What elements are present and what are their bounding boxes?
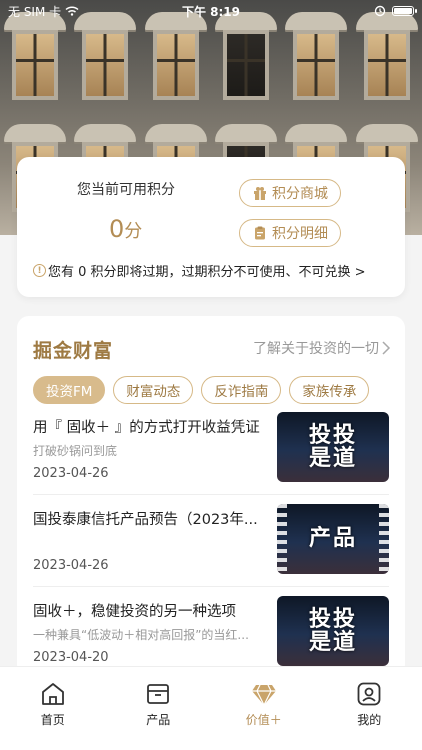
clipboard-icon (255, 226, 265, 240)
points-expiry-text: 您有 0 积分即将过期，过期积分不可使用、不可兑换 > (48, 265, 366, 280)
diamond-icon (251, 684, 276, 707)
nav-products-label: 产品 (146, 713, 171, 727)
points-label: 您当前可用积分 (77, 182, 175, 198)
carrier-label: 无 SIM 卡 (8, 4, 62, 19)
bottom-nav: 首页 产品 价值＋ 我的 (0, 666, 422, 750)
nav-mine-label: 我的 (357, 713, 382, 727)
wifi-icon (65, 6, 79, 16)
article-date: 2023-04-20 (33, 650, 109, 665)
article-thumbnail: 投投 是道 (277, 596, 389, 666)
gift-icon (254, 187, 266, 200)
tab-wealth-news[interactable]: 财富动态 (113, 376, 194, 404)
divider (33, 586, 389, 587)
article-subtitle: 打破砂锅问到底 (33, 444, 118, 458)
status-bar: 无 SIM 卡 下午 8:19 (0, 0, 422, 22)
article-title: 用『 固收＋ 』的方式打开收益凭证 (33, 420, 260, 436)
thumbnail-text: 产品 (308, 526, 357, 552)
article-item[interactable]: 用『 固收＋ 』的方式打开收益凭证 打破砂锅问到底 2023-04-26 投投是… (33, 412, 389, 504)
points-value: 0分 (109, 215, 142, 243)
article-title: 国投泰康信托产品预告（2023年... (33, 512, 258, 528)
thumbnail-text: 投投 是道 (308, 606, 357, 655)
points-shop-button[interactable]: 积分商城 (239, 179, 341, 207)
divider (33, 494, 389, 495)
wealth-card: 掘金财富 了解关于投资的一切 投资FM 财富动态 反诈指南 家族传承 用『 固收… (17, 316, 405, 676)
wealth-link-label: 了解关于投资的一切 (253, 341, 379, 357)
tab-investment-fm[interactable]: 投资FM (33, 376, 106, 404)
chevron-right-icon (382, 341, 391, 355)
building-windows-top (0, 30, 422, 100)
article-item[interactable]: 国投泰康信托产品预告（2023年... 2023-04-26 产品 (33, 504, 389, 596)
nav-value-plus[interactable]: 价值＋ (211, 667, 317, 750)
profile-icon (357, 682, 381, 706)
wealth-learn-more-link[interactable]: 了解关于投资的一切 (253, 338, 391, 358)
wealth-title: 掘金财富 (33, 340, 114, 362)
wealth-tabs: 投资FM 财富动态 反诈指南 家族传承 (33, 376, 370, 404)
points-expiry-notice[interactable]: ! 您有 0 积分即将过期，过期积分不可使用、不可兑换 > (33, 261, 366, 280)
box-icon (147, 684, 170, 704)
article-thumbnail: 投投 是道 (277, 412, 389, 482)
nav-mine[interactable]: 我的 (317, 667, 422, 750)
article-date: 2023-04-26 (33, 466, 109, 481)
tab-family-legacy[interactable]: 家族传承 (289, 376, 370, 404)
points-shop-label: 积分商城 (272, 186, 328, 202)
nav-products[interactable]: 产品 (106, 667, 212, 750)
points-detail-button[interactable]: 积分明细 (239, 219, 341, 247)
thumbnail-text: 投投 是道 (308, 422, 357, 471)
points-detail-label: 积分明细 (272, 226, 328, 242)
article-thumbnail: 产品 (277, 504, 389, 574)
article-date: 2023-04-26 (33, 558, 109, 573)
alarm-icon (374, 5, 386, 17)
nav-value-plus-label: 价值＋ (245, 713, 282, 727)
home-icon (41, 683, 64, 705)
status-time: 下午 8:19 (181, 4, 240, 19)
points-unit: 分 (124, 221, 143, 242)
article-title: 固收＋，稳健投资的另一种选项 (33, 604, 236, 620)
nav-home[interactable]: 首页 (0, 667, 106, 750)
tab-anti-fraud[interactable]: 反诈指南 (201, 376, 282, 404)
info-icon: ! (33, 264, 46, 277)
points-number: 0 (109, 215, 125, 243)
points-card: 您当前可用积分 0分 积分商城 积分明细 ! 您有 0 积分即将过期，过期积分不… (17, 157, 405, 297)
building-facade-lower (0, 124, 422, 142)
battery-icon (391, 6, 417, 16)
nav-home-label: 首页 (40, 713, 65, 727)
article-item[interactable]: 固收＋，稳健投资的另一种选项 一种兼具“低波动＋相对高回报”的当红... 202… (33, 596, 389, 676)
article-subtitle: 一种兼具“低波动＋相对高回报”的当红... (33, 628, 249, 642)
